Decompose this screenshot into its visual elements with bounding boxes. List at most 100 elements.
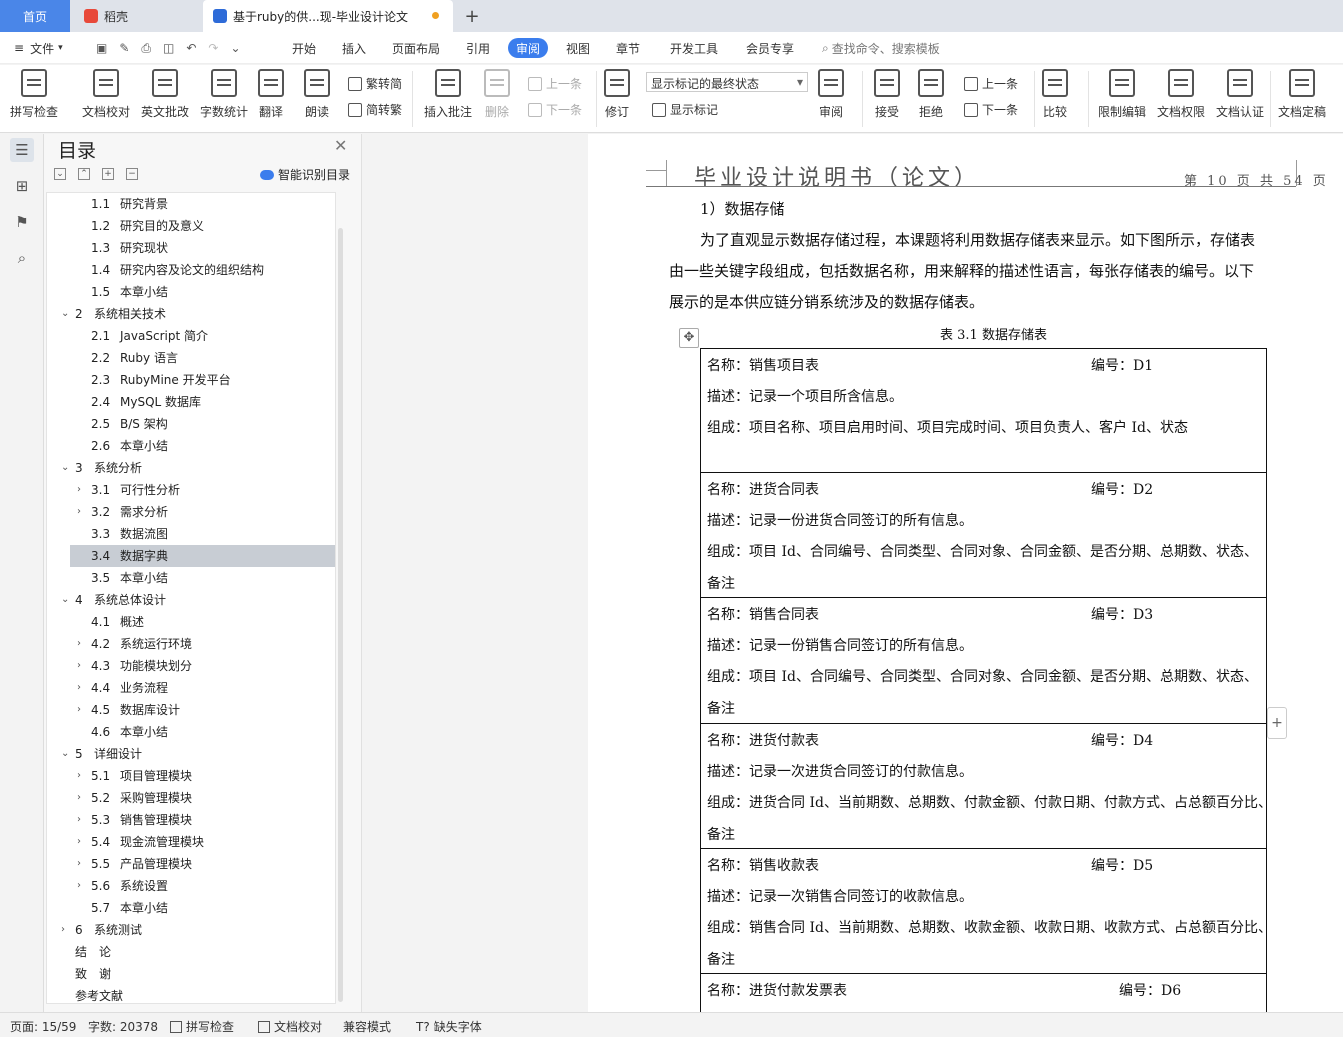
- table-row[interactable]: 名称：销售合同表 编号：D3 描述：记录一份销售合同签订的所有信息。 组成：项目 Id…: [701, 598, 1266, 724]
- english-review-button[interactable]: 英文批改: [141, 69, 189, 120]
- toc-item[interactable]: › 3.2 需求分析: [47, 501, 335, 523]
- toc-item[interactable]: 2.2 Ruby 语言: [47, 347, 335, 369]
- close-icon[interactable]: ✕: [334, 136, 347, 155]
- markup-state-select[interactable]: 显示标记的最终状态: [646, 72, 808, 92]
- spell-check-status[interactable]: 拼写检查: [170, 1018, 234, 1035]
- toc-scrollbar[interactable]: [338, 228, 343, 1002]
- reject-button[interactable]: 拒绝: [918, 69, 944, 120]
- toc-item[interactable]: ⌄ 5 详细设计: [47, 743, 335, 765]
- toc-item[interactable]: 1.2 研究目的及意义: [47, 215, 335, 237]
- chevron-right-icon[interactable]: ›: [77, 765, 81, 787]
- menu-view[interactable]: 视图: [566, 32, 590, 64]
- add-row-button[interactable]: +: [1267, 707, 1287, 739]
- toc-item[interactable]: 2.5 B/S 架构: [47, 413, 335, 435]
- menu-start[interactable]: 开始: [292, 32, 316, 64]
- insert-comment-button[interactable]: 插入批注: [424, 69, 472, 120]
- show-markup-button[interactable]: 显示标记: [652, 101, 718, 118]
- toc-item[interactable]: ⌄ 3 系统分析: [47, 457, 335, 479]
- review-pane-button[interactable]: 审阅: [818, 69, 844, 120]
- toc-item[interactable]: 4.1 概述: [47, 611, 335, 633]
- tab-daoke[interactable]: 稻壳: [72, 0, 200, 32]
- toc-item[interactable]: › 6 系统测试: [47, 919, 335, 941]
- command-search[interactable]: ⌕ 查找命令、搜索模板: [822, 32, 940, 64]
- doc-certify-button[interactable]: 文档认证: [1216, 69, 1264, 120]
- undo-icon[interactable]: ↶: [186, 41, 196, 55]
- prev-comment-button[interactable]: 上一条: [528, 75, 582, 92]
- chevron-down-icon[interactable]: ⌄: [61, 743, 69, 765]
- restrict-editing-button[interactable]: 限制编辑: [1098, 69, 1146, 120]
- doc-proofread-button[interactable]: 文档校对: [82, 69, 130, 120]
- remove-heading-icon[interactable]: −: [126, 168, 138, 180]
- spell-check-button[interactable]: 拼写检查: [10, 69, 58, 120]
- add-heading-icon[interactable]: +: [102, 168, 114, 180]
- toc-item[interactable]: 2.4 MySQL 数据库: [47, 391, 335, 413]
- new-tab-button[interactable]: +: [460, 0, 484, 32]
- page-indicator[interactable]: 页面: 15/59: [10, 1018, 76, 1035]
- print-preview-icon[interactable]: ◫: [163, 41, 174, 55]
- word-count-button[interactable]: 字数统计: [200, 69, 248, 120]
- menu-review[interactable]: 审阅: [508, 38, 549, 58]
- chevron-right-icon[interactable]: ›: [77, 479, 81, 501]
- toc-item[interactable]: 1.5 本章小结: [47, 281, 335, 303]
- toc-item[interactable]: › 3.1 可行性分析: [47, 479, 335, 501]
- chevron-right-icon[interactable]: ›: [77, 809, 81, 831]
- chapter-nav-icon[interactable]: ⊞: [10, 174, 34, 198]
- compare-button[interactable]: 比较: [1042, 69, 1068, 120]
- toc-item[interactable]: › 5.1 项目管理模块: [47, 765, 335, 787]
- bookmark-icon[interactable]: ⚑: [10, 210, 34, 234]
- toc-item[interactable]: 结 论: [47, 941, 335, 963]
- toc-item[interactable]: › 5.6 系统设置: [47, 875, 335, 897]
- read-aloud-button[interactable]: 朗读: [304, 69, 330, 120]
- chevron-down-icon[interactable]: ⌄: [61, 457, 69, 479]
- toc-item[interactable]: 1.3 研究现状: [47, 237, 335, 259]
- simp-to-trad-button[interactable]: 简转繁: [348, 101, 402, 118]
- toc-item[interactable]: › 5.2 采购管理模块: [47, 787, 335, 809]
- chevron-down-icon[interactable]: ⌄: [61, 589, 69, 611]
- expand-all-icon[interactable]: ⌃: [78, 168, 90, 180]
- toc-item[interactable]: 3.3 数据流图: [47, 523, 335, 545]
- toc-item[interactable]: 5.7 本章小结: [47, 897, 335, 919]
- next-change-button[interactable]: 下一条: [964, 101, 1018, 118]
- delete-comment-button[interactable]: 删除: [484, 69, 510, 120]
- toc-item[interactable]: ⌄ 4 系统总体设计: [47, 589, 335, 611]
- find-icon[interactable]: ⌕: [10, 246, 34, 270]
- chevron-right-icon[interactable]: ›: [77, 699, 81, 721]
- toc-item[interactable]: › 5.3 销售管理模块: [47, 809, 335, 831]
- toc-item[interactable]: 4.6 本章小结: [47, 721, 335, 743]
- menu-developer[interactable]: 开发工具: [670, 32, 718, 64]
- menu-member[interactable]: 会员专享: [746, 32, 794, 64]
- save-icon[interactable]: ▣: [96, 41, 107, 55]
- proofread-status[interactable]: 文档校对: [258, 1018, 322, 1035]
- chevron-right-icon[interactable]: ›: [77, 853, 81, 875]
- toc-item[interactable]: › 4.2 系统运行环境: [47, 633, 335, 655]
- table-row[interactable]: 名称：进货合同表 编号：D2 描述：记录一份进货合同签订的所有信息。 组成：项目 Id…: [701, 473, 1266, 598]
- chevron-right-icon[interactable]: ›: [77, 831, 81, 853]
- toc-item[interactable]: 致 谢: [47, 963, 335, 985]
- table-row[interactable]: 名称：销售项目表 编号：D1 描述：记录一个项目所含信息。 组成：项目名称、项目启用时…: [701, 349, 1266, 473]
- toc-item[interactable]: ⌄ 2 系统相关技术: [47, 303, 335, 325]
- tab-home[interactable]: 首页: [0, 0, 70, 32]
- accept-button[interactable]: 接受: [874, 69, 900, 120]
- chevron-right-icon[interactable]: ›: [61, 919, 65, 941]
- print-icon[interactable]: ⎙: [141, 41, 151, 56]
- next-comment-button[interactable]: 下一条: [528, 101, 582, 118]
- toc-item[interactable]: 2.3 RubyMine 开发平台: [47, 369, 335, 391]
- chevron-right-icon[interactable]: ›: [77, 501, 81, 523]
- document-page[interactable]: 毕业设计说明书（论文） 第 10 页 共 54 页 1）数据存储 为了直观显示数…: [588, 134, 1343, 1028]
- toc-item[interactable]: › 4.5 数据库设计: [47, 699, 335, 721]
- chevron-right-icon[interactable]: ›: [77, 633, 81, 655]
- smart-toc-button[interactable]: 智能识别目录: [260, 166, 350, 183]
- table-move-handle-icon[interactable]: ✥: [679, 328, 699, 348]
- toc-item[interactable]: 3.4 数据字典: [70, 545, 335, 567]
- redo-icon[interactable]: ↷: [208, 41, 218, 55]
- translate-button[interactable]: 翻译: [258, 69, 284, 120]
- toc-item[interactable]: 3.5 本章小结: [47, 567, 335, 589]
- toc-item[interactable]: › 4.3 功能模块划分: [47, 655, 335, 677]
- file-menu[interactable]: ≡ 文件 ▾: [14, 32, 63, 64]
- finalize-doc-button[interactable]: 文档定稿: [1278, 69, 1326, 120]
- toc-item[interactable]: › 5.5 产品管理模块: [47, 853, 335, 875]
- menu-insert[interactable]: 插入: [342, 32, 366, 64]
- menu-chapter[interactable]: 章节: [616, 32, 640, 64]
- collapse-all-icon[interactable]: ⌄: [54, 168, 66, 180]
- toc-item[interactable]: 2.6 本章小结: [47, 435, 335, 457]
